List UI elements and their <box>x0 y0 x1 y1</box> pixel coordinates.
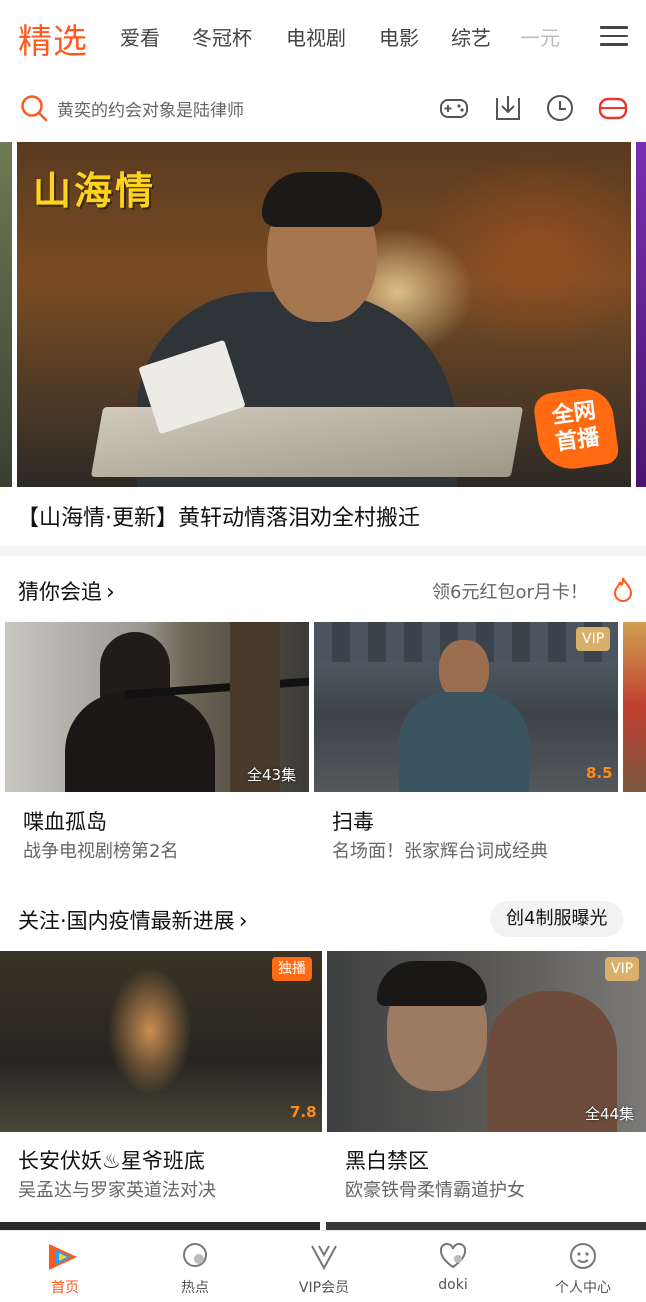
vip-badge: VIP <box>605 957 640 981</box>
search-input[interactable]: 黄奕的约会对象是陆律师 <box>57 96 244 121</box>
episode-count: 全44集 <box>585 1105 635 1123</box>
exclusive-badge: 独播 <box>272 957 312 981</box>
history-clock-icon[interactable] <box>544 92 576 124</box>
tab-selected[interactable]: 精选 <box>18 14 88 63</box>
search-bar: 黄奕的约会对象是陆律师 <box>0 80 646 136</box>
section-guess-title[interactable]: 猜你会追 › <box>18 576 115 606</box>
card-title[interactable]: 喋血孤岛 <box>23 806 107 836</box>
nav-vip[interactable]: VIP会员 <box>259 1231 389 1302</box>
flame-icon <box>613 577 633 602</box>
nav-profile[interactable]: 个人中心 <box>518 1231 646 1302</box>
card-subtitle: 战争电视剧榜第2名 <box>23 841 179 862</box>
card-title[interactable]: 扫毒 <box>332 806 374 836</box>
tab-winter-cup[interactable]: 冬冠杯 <box>192 22 252 51</box>
nav-home[interactable]: 首页 <box>0 1231 130 1302</box>
banner-image[interactable]: 山海情 全网 首播 <box>17 142 631 487</box>
trending-pill[interactable]: 创4制服曝光 <box>490 901 624 937</box>
nav-vip-label: VIP会员 <box>298 1280 350 1296</box>
top-channel-tabs: 精选 爱看 冬冠杯 电视剧 电影 综艺 一元 <box>0 0 646 72</box>
download-icon[interactable] <box>492 92 524 124</box>
card-subtitle: 吴孟达与罗家英道法对决 <box>18 1180 216 1201</box>
card-title[interactable]: 黑白禁区 <box>345 1145 429 1175</box>
banner-caption[interactable]: 【山海情·更新】黄轩动情落泪劝全村搬迁 <box>17 500 420 532</box>
doki-heart-icon <box>439 1242 467 1269</box>
game-controller-icon[interactable] <box>438 92 470 124</box>
card-thumbnail[interactable]: 全43集 <box>5 622 309 792</box>
show-logo: 山海情 <box>33 168 157 213</box>
chevron-right-icon: › <box>238 909 248 934</box>
card-thumbnail[interactable]: VIP 8.5 <box>314 622 618 792</box>
hamburger-menu-icon[interactable] <box>600 26 628 46</box>
nav-hot[interactable]: 热点 <box>130 1231 260 1302</box>
tab-movies[interactable]: 电影 <box>379 22 419 51</box>
tab-faded[interactable]: 一元 <box>520 22 572 51</box>
card-next-peek[interactable] <box>623 622 646 792</box>
banner-carousel[interactable]: 山海情 全网 首播 <box>0 142 646 487</box>
card-title[interactable]: 长安伏妖♨星爷班底 <box>18 1145 205 1175</box>
card-figure-hair <box>377 961 487 1006</box>
app-screen: 精选 爱看 冬冠杯 电视剧 电影 综艺 一元 黄奕的约会对象是陆律师 山海情 全… <box>0 0 646 1302</box>
nav-doki-label: doki <box>438 1277 468 1293</box>
card-thumbnail[interactable]: 独播 7.8 <box>0 951 322 1132</box>
nav-hot-label: 热点 <box>181 1280 209 1296</box>
section-divider <box>0 546 646 556</box>
rating-score: 8.5 <box>586 764 613 782</box>
card-subtitle: 欧豪铁骨柔情霸道护女 <box>345 1180 525 1201</box>
section-guess-label: 猜你会追 <box>18 580 102 604</box>
nav-home-label: 首页 <box>51 1280 79 1296</box>
premiere-badge: 全网 首播 <box>531 384 621 474</box>
vip-badge: VIP <box>576 627 611 651</box>
tab-aikan[interactable]: 爱看 <box>120 22 160 51</box>
card-thumbnail[interactable]: VIP 全44集 <box>327 951 646 1132</box>
banner-next-peek[interactable] <box>636 142 646 487</box>
card-figure-head <box>439 640 489 700</box>
search-icon[interactable] <box>20 94 48 122</box>
banner-prev-peek[interactable] <box>0 142 12 487</box>
card-figure-body <box>399 692 529 792</box>
nav-doki[interactable]: doki <box>388 1231 518 1302</box>
card-subtitle: 名场面！张家辉台词成经典 <box>332 841 548 862</box>
card-figure-body <box>65 692 215 792</box>
vip-v-icon <box>311 1245 337 1271</box>
bottom-tab-bar: 首页 热点 VIP会员 doki 个人中心 <box>0 1230 646 1302</box>
section-covid-title[interactable]: 关注·国内疫情最新进展 › <box>18 905 248 935</box>
section-covid-label: 关注·国内疫情最新进展 <box>18 909 235 933</box>
nav-profile-label: 个人中心 <box>555 1280 611 1296</box>
episode-count: 全43集 <box>247 766 297 784</box>
banner-figure-hair <box>262 172 382 227</box>
profile-face-icon <box>570 1243 596 1269</box>
tv-icon[interactable] <box>597 92 629 124</box>
hot-bubble-icon <box>183 1243 207 1267</box>
chevron-right-icon: › <box>106 580 115 605</box>
home-play-icon <box>49 1244 77 1270</box>
rating-score: 7.8 <box>290 1103 317 1121</box>
tab-variety[interactable]: 综艺 <box>451 22 491 51</box>
promo-link[interactable]: 领6元红包or月卡！ <box>432 578 588 604</box>
next-row-peek <box>0 1222 646 1230</box>
tab-tv-series[interactable]: 电视剧 <box>286 22 346 51</box>
